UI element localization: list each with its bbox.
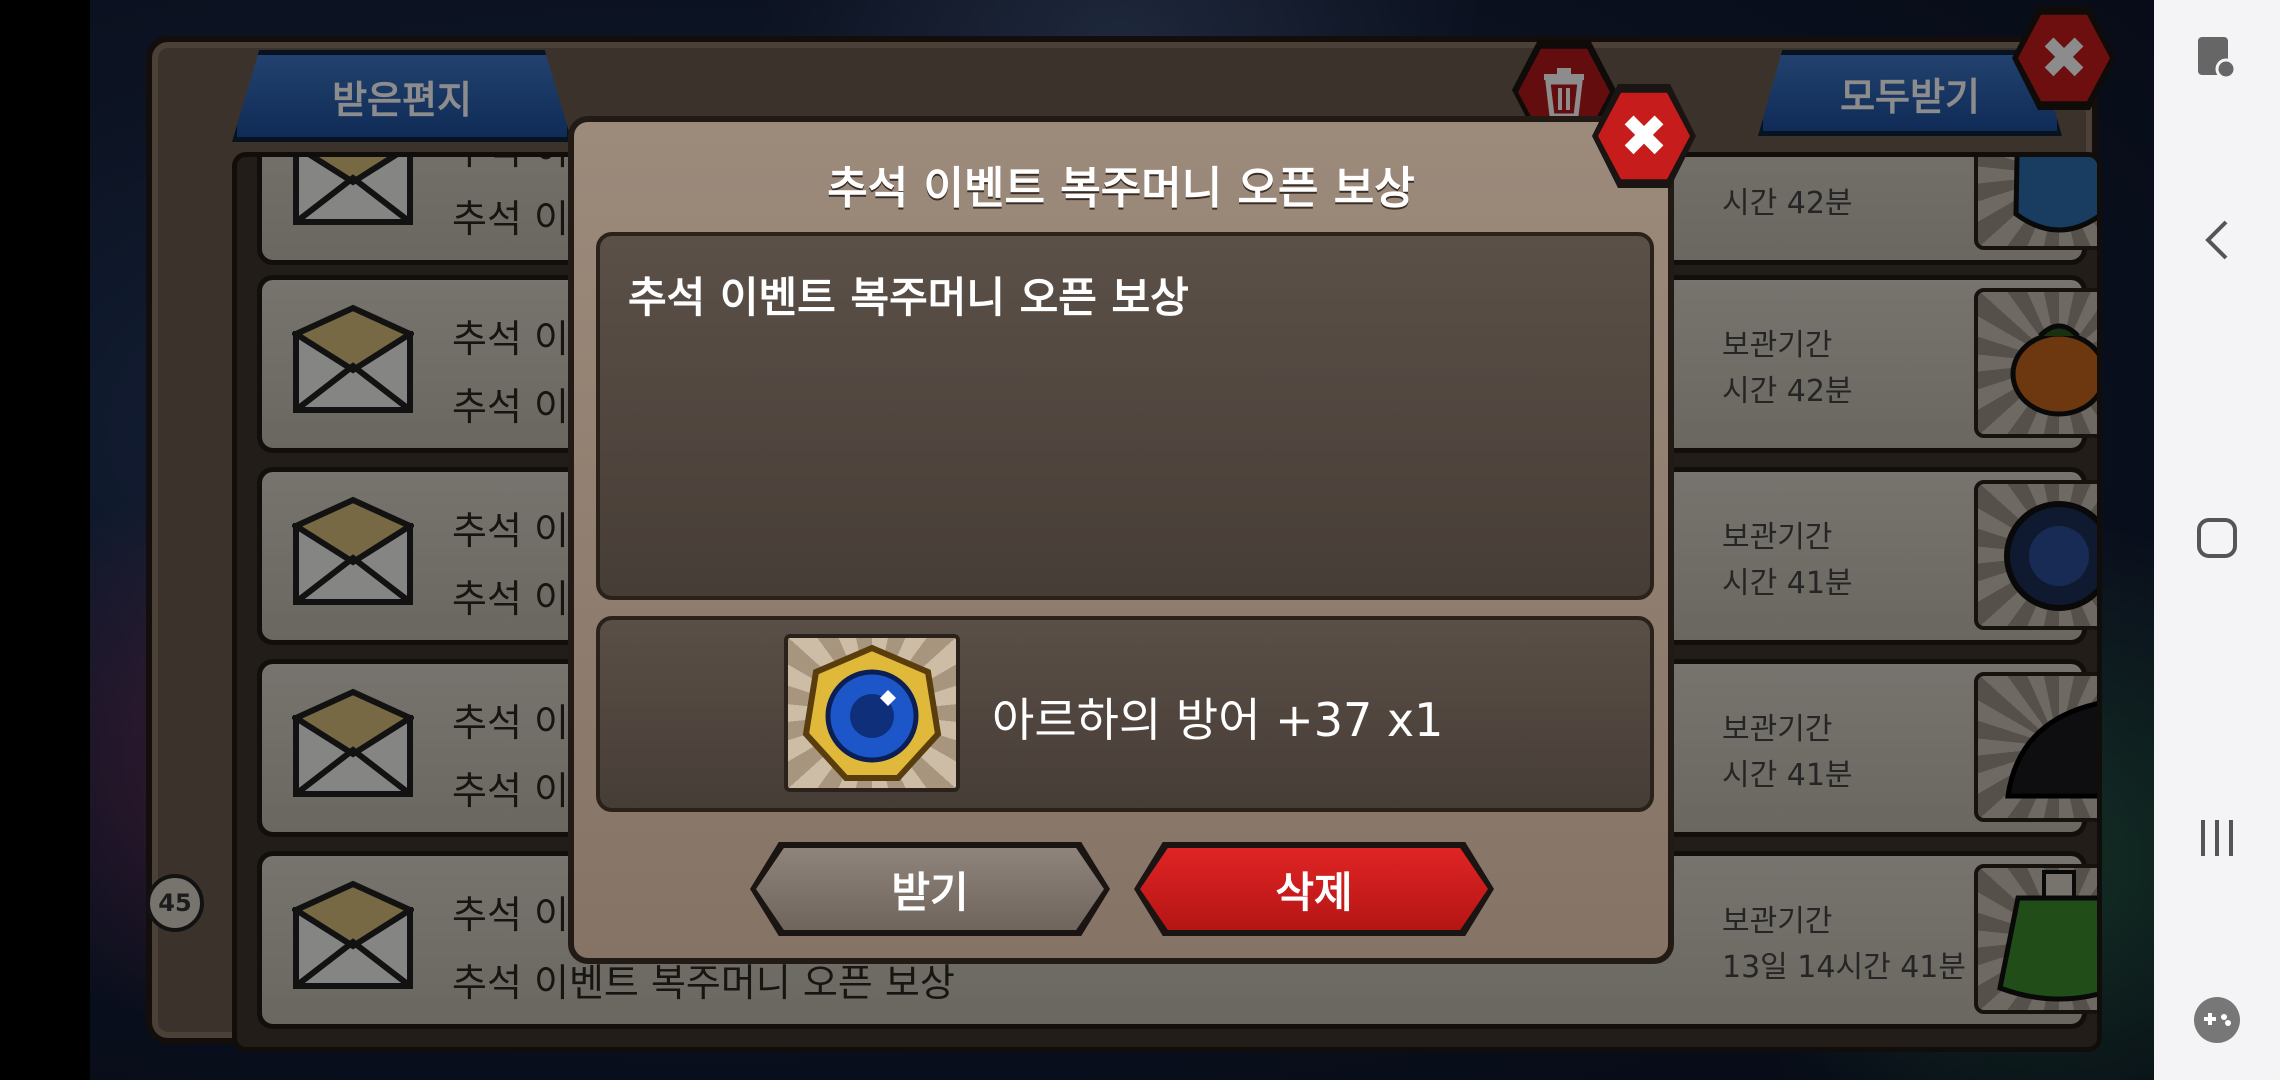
reward-box: 아르하의 방어 +37 x1: [596, 616, 1654, 812]
recent-apps-button[interactable]: [2154, 808, 2280, 868]
reward-item-icon: [784, 634, 960, 792]
touch-lock-icon: [2198, 37, 2237, 80]
dialog-title: 추석 이벤트 복주머니 오픈 보상: [827, 163, 1415, 214]
close-icon: ✖: [1619, 102, 1669, 170]
delete-button[interactable]: 삭제: [1134, 842, 1494, 936]
shield-gem-icon: [802, 644, 942, 781]
message-text: 추석 이벤트 복주머니 오픈 보상: [628, 273, 1189, 322]
back-icon: [2205, 220, 2228, 260]
recent-apps-icon: [2201, 820, 2233, 856]
mail-detail-dialog: 추석 이벤트 복주머니 오픈 보상 추석 이벤트 복주머니 오픈 보상 아르하의…: [568, 116, 1674, 964]
game-tools-button[interactable]: [2154, 990, 2280, 1050]
screen-tools-button[interactable]: [2154, 28, 2280, 88]
delete-button-label: 삭제: [1275, 867, 1353, 917]
receive-button-label: 받기: [891, 867, 969, 917]
game-tools-icon: [2194, 997, 2240, 1043]
message-box: 추석 이벤트 복주머니 오픈 보상: [596, 232, 1654, 600]
receive-button[interactable]: 받기: [750, 842, 1110, 936]
back-button[interactable]: [2154, 210, 2280, 270]
home-icon: [2197, 518, 2237, 558]
home-button[interactable]: [2154, 508, 2280, 568]
system-nav-bar: [2154, 0, 2280, 1080]
reward-item-name: 아르하의 방어 +37 x1: [992, 693, 1444, 747]
